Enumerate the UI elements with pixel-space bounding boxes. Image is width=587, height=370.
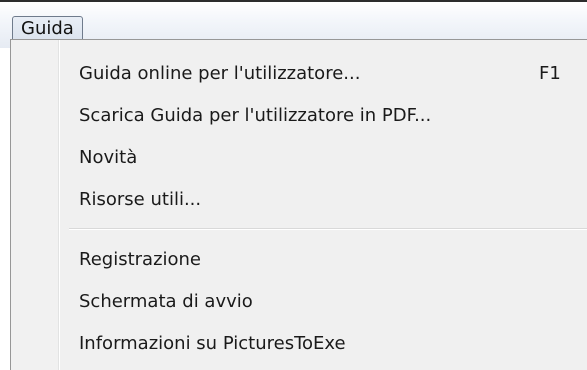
menu-item-label: Risorse utili...	[79, 189, 202, 210]
menu-item-label: Novità	[79, 147, 138, 168]
menu-item-shortcut: F1	[539, 63, 561, 84]
gutter-separator-highlight	[59, 40, 60, 370]
menu-item-whats-new[interactable]: Novità	[69, 140, 569, 176]
icon-gutter	[11, 40, 58, 370]
menu-item-label: Registrazione	[79, 249, 202, 270]
menu-item-download-pdf[interactable]: Scarica Guida per l'utilizzatore in PDF.…	[69, 98, 569, 134]
menu-separator	[69, 228, 587, 230]
menu-item-label: Schermata di avvio	[79, 291, 253, 312]
menu-item-label: Scarica Guida per l'utilizzatore in PDF.…	[79, 105, 432, 126]
menu-item-label: Guida online per l'utilizzatore...	[79, 63, 361, 84]
menu-item-online-help[interactable]: Guida online per l'utilizzatore... F1	[69, 56, 569, 92]
screenshot-stage: Guida Guida online per l'utilizzatore...…	[0, 0, 587, 370]
menu-item-splash-screen[interactable]: Schermata di avvio	[69, 284, 569, 320]
guida-dropdown-menu: Guida online per l'utilizzatore... F1 Sc…	[10, 39, 587, 370]
menu-item-useful-resources[interactable]: Risorse utili...	[69, 182, 569, 218]
menu-item-about[interactable]: Informazioni su PicturesToExe	[69, 326, 569, 362]
menu-item-registration[interactable]: Registrazione	[69, 242, 569, 278]
menu-item-label: Informazioni su PicturesToExe	[79, 333, 346, 354]
